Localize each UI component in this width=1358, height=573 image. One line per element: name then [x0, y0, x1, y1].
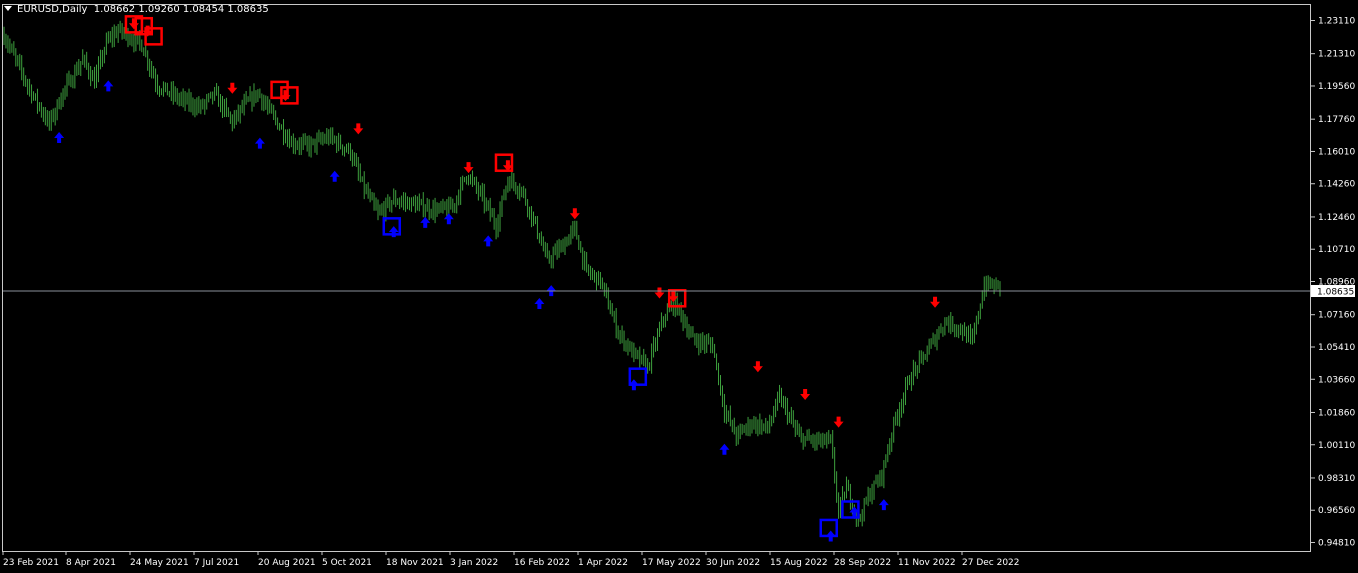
time-tick-label: 3 Jan 2022: [450, 558, 498, 568]
price-tick-label: 1.01860: [1318, 408, 1355, 418]
time-tick-label: 16 Feb 2022: [514, 558, 570, 568]
current-price-text: 1.08635: [1317, 288, 1354, 298]
time-tick-label: 7 Jul 2021: [194, 558, 239, 568]
time-tick-label: 18 Nov 2021: [386, 558, 444, 568]
price-tick-label: 0.96560: [1318, 506, 1355, 516]
time-tick-label: 23 Feb 2021: [3, 558, 59, 568]
price-tick-label: 1.21310: [1318, 50, 1355, 60]
price-tick-label: 1.12460: [1318, 213, 1355, 223]
price-tick-label: 1.00110: [1318, 441, 1355, 451]
time-tick-label: 28 Sep 2022: [834, 558, 891, 568]
time-tick-label: 15 Aug 2022: [770, 558, 828, 568]
price-tick-label: 0.94810: [1318, 539, 1355, 549]
time-tick-label: 20 Aug 2021: [258, 558, 316, 568]
time-tick-label: 17 May 2022: [642, 558, 701, 568]
current-price-label: 1.08635: [1311, 285, 1355, 298]
price-chart[interactable]: 1.23110 1.21310 1.19560 1.17760 1.16010 1.142…: [0, 0, 1358, 573]
time-tick-label: 1 Apr 2022: [578, 558, 628, 568]
chart-background: [0, 0, 1358, 573]
time-tick-label: 24 May 2021: [130, 558, 189, 568]
price-tick-label: 1.10710: [1318, 245, 1355, 255]
price-tick-label: 1.17760: [1318, 115, 1355, 125]
price-tick-label: 1.23110: [1318, 16, 1355, 26]
time-tick-label: 30 Jun 2022: [706, 558, 760, 568]
price-tick-label: 1.14260: [1318, 180, 1355, 190]
price-tick-label: 1.16010: [1318, 147, 1355, 157]
ohlc-values: 1.08662 1.09260 1.08454 1.08635: [93, 4, 269, 15]
price-tick-label: 0.98310: [1318, 474, 1355, 484]
time-tick-label: 5 Oct 2021: [322, 558, 372, 568]
time-tick-label: 27 Dec 2022: [962, 558, 1020, 568]
symbol-label: EURUSD,Daily: [17, 4, 88, 15]
time-tick-label: 11 Nov 2022: [898, 558, 956, 568]
price-tick-label: 1.07160: [1318, 311, 1355, 321]
price-tick-label: 1.05410: [1318, 343, 1355, 353]
chart-header: EURUSD,Daily 1.08662 1.09260 1.08454 1.0…: [4, 4, 269, 15]
time-tick-label: 8 Apr 2021: [66, 558, 116, 568]
chart-menu-triangle-icon[interactable]: [4, 5, 12, 11]
price-tick-label: 1.03660: [1318, 375, 1355, 385]
price-tick-label: 1.19560: [1318, 82, 1355, 92]
